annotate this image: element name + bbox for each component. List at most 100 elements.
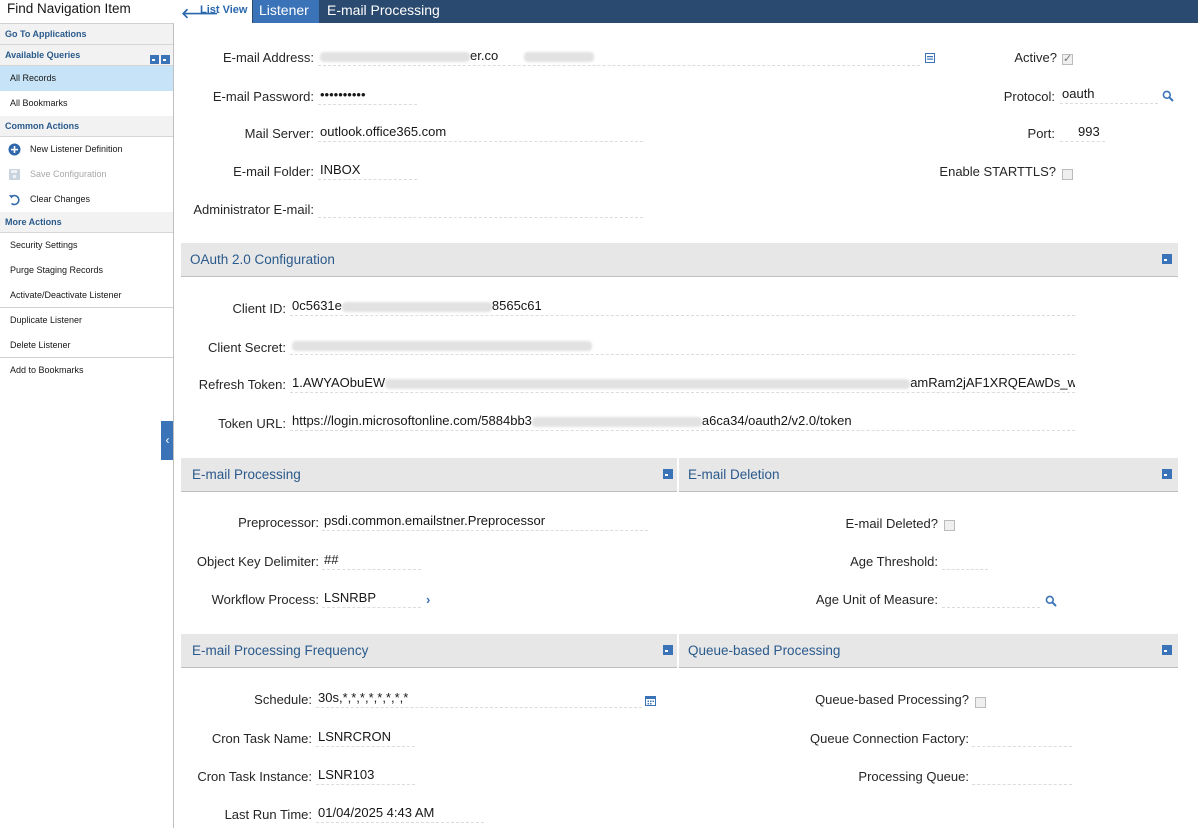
age-threshold-label: Age Threshold: bbox=[850, 554, 938, 569]
age-unit-of-measure-label: Age Unit of Measure: bbox=[815, 592, 938, 607]
enable-starttls-label: Enable STARTTLS? bbox=[939, 164, 1056, 179]
search-icon[interactable] bbox=[1162, 90, 1174, 102]
processing-queue-label: Processing Queue: bbox=[858, 769, 969, 784]
available-queries-header: Available Queries bbox=[0, 45, 173, 66]
save-configuration-action[interactable]: Save Configuration bbox=[0, 162, 173, 187]
queue-based-processing-label: Queue-based Processing? bbox=[815, 692, 969, 707]
protocol-field[interactable]: oauth bbox=[1060, 86, 1158, 104]
search-icon[interactable] bbox=[1045, 595, 1057, 607]
enable-starttls-checkbox[interactable] bbox=[1062, 169, 1073, 180]
more-actions-header: More Actions bbox=[0, 212, 173, 233]
new-listener-definition-action[interactable]: New Listener Definition bbox=[0, 137, 173, 162]
redacted-text bbox=[292, 340, 592, 351]
client-id-field[interactable]: 0c5631e 8565c61 bbox=[290, 298, 1075, 316]
object-key-delimiter-field[interactable]: ## bbox=[322, 552, 421, 570]
cron-task-name-field[interactable]: LSNRCRON bbox=[316, 729, 415, 747]
schedule-label: Schedule: bbox=[254, 692, 312, 707]
top-tab-bar: 🡐 List View Listener E-mail Processing bbox=[174, 0, 1198, 23]
age-unit-of-measure-field[interactable] bbox=[942, 590, 1040, 608]
mail-server-label: Mail Server: bbox=[244, 126, 314, 141]
calendar-icon[interactable] bbox=[645, 695, 656, 706]
section-toggle-icon[interactable] bbox=[1162, 645, 1172, 655]
port-label: Port: bbox=[1027, 126, 1055, 141]
oauth-section-title: OAuth 2.0 Configuration bbox=[190, 252, 335, 267]
oauth-section-header[interactable]: OAuth 2.0 Configuration bbox=[181, 243, 1178, 277]
query-all-bookmarks[interactable]: All Bookmarks bbox=[0, 91, 173, 116]
active-checkbox[interactable] bbox=[1062, 52, 1073, 65]
tab-listener[interactable]: Listener bbox=[253, 0, 319, 23]
email-processing-section-header[interactable]: E-mail Processing bbox=[181, 458, 677, 492]
email-processing-section-title: E-mail Processing bbox=[192, 467, 301, 482]
duplicate-listener-action[interactable]: Duplicate Listener bbox=[0, 308, 173, 333]
email-deletion-section-header[interactable]: E-mail Deletion bbox=[679, 458, 1178, 492]
purge-staging-records-action[interactable]: Purge Staging Records bbox=[0, 258, 173, 283]
security-settings-action[interactable]: Security Settings bbox=[0, 233, 173, 258]
section-toggle-icon[interactable] bbox=[663, 645, 673, 655]
client-secret-field[interactable] bbox=[290, 337, 1075, 355]
workflow-process-label: Workflow Process: bbox=[211, 592, 319, 607]
manage-queries-icon[interactable] bbox=[150, 55, 159, 64]
email-detail-icon[interactable] bbox=[925, 53, 935, 63]
chevron-right-icon[interactable]: › bbox=[426, 592, 430, 607]
refresh-token-field[interactable]: 1.AWYAObuEW amRam2jAF1XRQEAwDs_wl bbox=[290, 375, 1075, 393]
last-run-time-field: 01/04/2025 4:43 AM bbox=[316, 805, 484, 823]
schedule-field[interactable]: 30s,*,*,*,*,*,*,*,* bbox=[316, 690, 642, 708]
undo-icon bbox=[9, 194, 20, 206]
email-processing-frequency-section-title: E-mail Processing Frequency bbox=[192, 643, 369, 658]
mail-server-field[interactable]: outlook.office365.com bbox=[318, 124, 643, 142]
processing-queue-field[interactable] bbox=[972, 767, 1072, 785]
section-toggle-icon[interactable] bbox=[1162, 469, 1172, 479]
go-to-applications-link[interactable]: Go To Applications bbox=[0, 24, 173, 45]
token-url-suffix: a6ca34/oauth2/v2.0/token bbox=[701, 413, 852, 428]
queue-based-processing-section-title: Queue-based Processing bbox=[688, 643, 841, 658]
protocol-label: Protocol: bbox=[1003, 89, 1055, 104]
redacted-text bbox=[523, 51, 594, 62]
cron-task-instance-field[interactable]: LSNR103 bbox=[316, 767, 415, 785]
cron-task-name-label: Cron Task Name: bbox=[211, 731, 312, 746]
find-navigation-item-title: Find Navigation Item bbox=[0, 0, 173, 24]
save-query-icon[interactable] bbox=[161, 55, 170, 64]
email-processing-frequency-section-header[interactable]: E-mail Processing Frequency bbox=[181, 634, 677, 668]
last-run-time-label: Last Run Time: bbox=[224, 807, 312, 822]
age-threshold-field[interactable] bbox=[942, 552, 988, 570]
redacted-text bbox=[341, 301, 492, 312]
add-circle-icon bbox=[8, 143, 21, 156]
queue-based-processing-section-header[interactable]: Queue-based Processing bbox=[679, 634, 1178, 668]
email-folder-field[interactable]: INBOX bbox=[318, 162, 417, 180]
administrator-email-field[interactable] bbox=[318, 200, 643, 218]
administrator-email-label: Administrator E-mail: bbox=[193, 202, 314, 217]
arrow-left-icon: 🡐 bbox=[181, 5, 219, 21]
query-all-records[interactable]: All Records bbox=[0, 66, 173, 91]
email-address-label: E-mail Address: bbox=[222, 50, 314, 65]
tab-email-processing[interactable]: E-mail Processing bbox=[321, 0, 446, 23]
preprocessor-label: Preprocessor: bbox=[238, 515, 319, 530]
clear-changes-action[interactable]: Clear Changes bbox=[0, 187, 173, 212]
email-deleted-checkbox[interactable] bbox=[944, 520, 955, 531]
list-view-tab[interactable]: 🡐 List View bbox=[174, 0, 252, 23]
preprocessor-field[interactable]: psdi.common.emailstner.Preprocessor bbox=[322, 513, 648, 531]
token-url-label: Token URL: bbox=[218, 416, 286, 431]
queue-based-processing-checkbox[interactable] bbox=[975, 697, 986, 708]
section-toggle-icon[interactable] bbox=[1162, 254, 1172, 264]
client-id-prefix: 0c5631e bbox=[292, 298, 342, 313]
token-url-prefix: https://login.microsoftonline.com/5884bb… bbox=[292, 413, 532, 428]
queue-connection-factory-field[interactable] bbox=[972, 729, 1072, 747]
token-url-field[interactable]: https://login.microsoftonline.com/5884bb… bbox=[290, 413, 1075, 431]
activate-deactivate-listener-action[interactable]: Activate/Deactivate Listener bbox=[0, 283, 173, 308]
active-label: Active? bbox=[1014, 50, 1057, 65]
port-field[interactable]: 993 bbox=[1060, 124, 1105, 142]
delete-listener-action[interactable]: Delete Listener bbox=[0, 333, 173, 358]
email-address-suffix: er.co bbox=[470, 48, 499, 63]
section-toggle-icon[interactable] bbox=[663, 469, 673, 479]
chevron-left-icon: ‹ bbox=[165, 433, 170, 447]
email-address-field[interactable]: er.co bbox=[318, 48, 920, 66]
client-id-suffix: 8565c61 bbox=[491, 298, 542, 313]
common-actions-header: Common Actions bbox=[0, 116, 173, 137]
available-queries-label: Available Queries bbox=[5, 50, 81, 60]
redacted-text bbox=[531, 416, 702, 427]
add-to-bookmarks-action[interactable]: Add to Bookmarks bbox=[0, 358, 173, 383]
email-password-field[interactable]: •••••••••• bbox=[318, 87, 417, 105]
client-id-label: Client ID: bbox=[232, 301, 286, 316]
email-folder-label: E-mail Folder: bbox=[233, 164, 314, 179]
workflow-process-field[interactable]: LSNRBP bbox=[322, 590, 421, 608]
